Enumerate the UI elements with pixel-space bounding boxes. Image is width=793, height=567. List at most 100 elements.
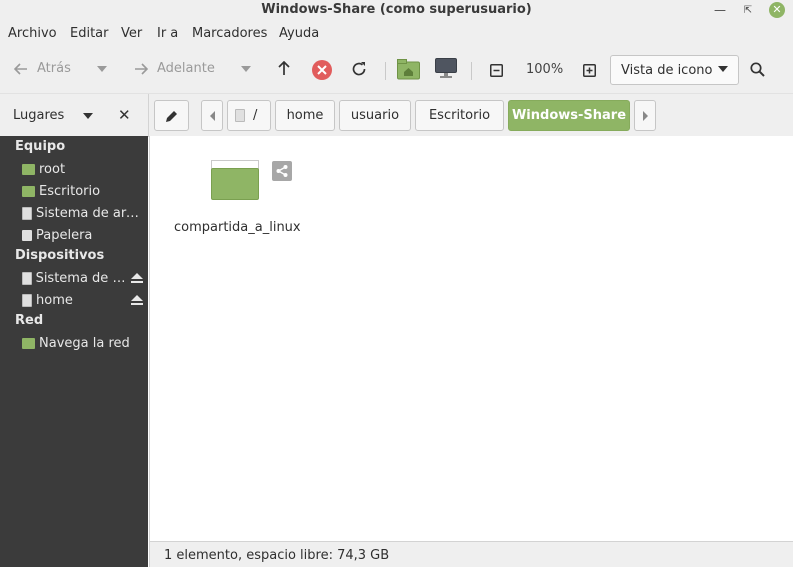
home-folder-icon	[22, 163, 35, 175]
file-item[interactable]: compartida_a_linux	[174, 150, 301, 235]
maximize-button[interactable]: ⇱	[739, 1, 757, 19]
view-mode-label: Vista de icono	[621, 62, 713, 78]
drive-icon	[22, 293, 32, 307]
sidebar-item-label: Sistema de arc…	[36, 205, 146, 221]
chevron-down-icon	[97, 66, 107, 72]
edit-location-button[interactable]	[154, 100, 189, 131]
pane-divider	[148, 94, 149, 137]
maximize-icon: ⇱	[743, 4, 753, 16]
folder-icon	[211, 160, 259, 200]
breadcrumb-root[interactable]: /	[227, 100, 271, 131]
search-button[interactable]	[750, 62, 765, 77]
sidebar-item-label: Papelera	[36, 227, 93, 243]
minimize-icon: —	[714, 3, 726, 17]
places-header: Lugares ✕	[0, 94, 148, 137]
sidebar-item-label: root	[39, 161, 66, 177]
computer-button[interactable]	[435, 58, 457, 80]
sidebar: Equipo root Escritorio Sistema de arc… P…	[0, 136, 148, 567]
sidebar-item-root[interactable]: root	[22, 159, 146, 179]
eject-icon[interactable]	[131, 273, 143, 285]
drive-icon	[22, 271, 32, 285]
home-folder-icon	[397, 59, 420, 80]
sidebar-item-label: Navega la red	[39, 335, 130, 351]
sidebar-item-label: Sistema de a…	[35, 270, 128, 286]
zoom-out-button[interactable]	[490, 64, 503, 77]
minimize-button[interactable]: —	[711, 1, 729, 19]
menu-marcadores[interactable]: Marcadores	[192, 26, 267, 41]
breadcrumb-scroll-left[interactable]	[201, 100, 223, 131]
title-bar: Windows-Share (como superusuario) — ⇱ ✕	[0, 0, 793, 20]
close-icon: ✕	[769, 2, 785, 18]
reload-icon	[352, 62, 366, 76]
view-mode-select[interactable]: Vista de icono	[610, 55, 739, 85]
toolbar-separator	[385, 62, 386, 80]
places-label[interactable]: Lugares	[13, 108, 64, 123]
close-sidebar-button[interactable]: ✕	[118, 106, 131, 124]
back-label: Atrás	[37, 61, 71, 76]
drive-icon	[22, 206, 32, 220]
computer-icon	[435, 58, 457, 78]
menu-editar[interactable]: Editar	[70, 26, 109, 41]
up-button[interactable]	[277, 61, 291, 76]
sidebar-item-sistema-de-archivos-device[interactable]: Sistema de a…	[22, 268, 128, 288]
stop-icon	[312, 60, 332, 80]
sidebar-item-label: home	[36, 292, 73, 308]
sidebar-item-sistema-de-archivos[interactable]: Sistema de arc…	[22, 203, 146, 223]
sidebar-item-home-device[interactable]: home	[22, 290, 128, 310]
menu-archivo[interactable]: Archivo	[8, 26, 57, 41]
chevron-right-icon	[642, 110, 648, 121]
arrow-up-icon	[278, 61, 290, 75]
chevron-down-icon[interactable]	[83, 113, 93, 119]
home-button[interactable]	[397, 59, 420, 80]
trash-icon	[22, 229, 32, 241]
sidebar-section-dispositivos: Dispositivos	[15, 248, 105, 263]
file-name: compartida_a_linux	[174, 220, 301, 235]
network-folder-icon	[22, 337, 35, 349]
chevron-down-icon	[718, 66, 728, 72]
back-button[interactable]: Atrás	[14, 61, 71, 76]
breadcrumb-item-windows-share[interactable]: Windows-Share	[508, 100, 630, 131]
stop-button[interactable]	[312, 60, 332, 80]
breadcrumb-item-escritorio[interactable]: Escritorio	[415, 100, 504, 131]
status-text: 1 elemento, espacio libre: 74,3 GB	[164, 548, 390, 563]
breadcrumb-item-home[interactable]: home	[275, 100, 335, 131]
breadcrumb-scroll-right[interactable]	[634, 100, 656, 131]
chevron-left-icon	[209, 110, 215, 121]
location-bar: Lugares ✕ / home usuario Escritorio Wind…	[0, 93, 793, 137]
menu-ayuda[interactable]: Ayuda	[279, 26, 319, 41]
zoom-level[interactable]: 100%	[526, 62, 563, 77]
breadcrumb-root-label: /	[253, 108, 258, 123]
share-icon	[272, 161, 292, 181]
menu-ir-a[interactable]: Ir a	[157, 26, 178, 41]
zoom-in-icon	[583, 64, 596, 77]
eject-icon[interactable]	[131, 295, 143, 307]
search-icon	[750, 62, 765, 77]
reload-button[interactable]	[351, 61, 367, 77]
status-bar: 1 elemento, espacio libre: 74,3 GB	[149, 541, 793, 567]
forward-button[interactable]: Adelante	[134, 61, 215, 76]
breadcrumb-item-usuario[interactable]: usuario	[339, 100, 411, 131]
toolbar-separator	[471, 62, 472, 80]
sidebar-section-red: Red	[15, 313, 44, 328]
forward-history-dropdown[interactable]	[241, 66, 251, 72]
zoom-in-button[interactable]	[583, 64, 596, 77]
menu-bar: Archivo Editar Ver Ir a Marcadores Ayuda	[0, 20, 793, 48]
toolbar: Atrás Adelante 100% Vista de icono	[0, 48, 793, 93]
menu-ver[interactable]: Ver	[121, 26, 142, 41]
close-window-button[interactable]: ✕	[768, 1, 786, 19]
arrow-right-icon	[135, 62, 148, 75]
chevron-down-icon	[241, 66, 251, 72]
file-view[interactable]: compartida_a_linux	[149, 136, 793, 541]
sidebar-item-label: Escritorio	[39, 183, 101, 199]
drive-icon	[235, 109, 245, 122]
window-title: Windows-Share (como superusuario)	[261, 2, 532, 17]
sidebar-item-escritorio[interactable]: Escritorio	[22, 181, 146, 201]
sidebar-item-navega-la-red[interactable]: Navega la red	[22, 333, 146, 353]
pencil-icon	[165, 110, 177, 122]
sidebar-item-papelera[interactable]: Papelera	[22, 225, 146, 245]
back-history-dropdown[interactable]	[97, 66, 107, 72]
zoom-out-icon	[490, 64, 503, 77]
forward-label: Adelante	[157, 61, 215, 76]
arrow-left-icon	[14, 62, 27, 75]
desktop-folder-icon	[22, 185, 35, 197]
